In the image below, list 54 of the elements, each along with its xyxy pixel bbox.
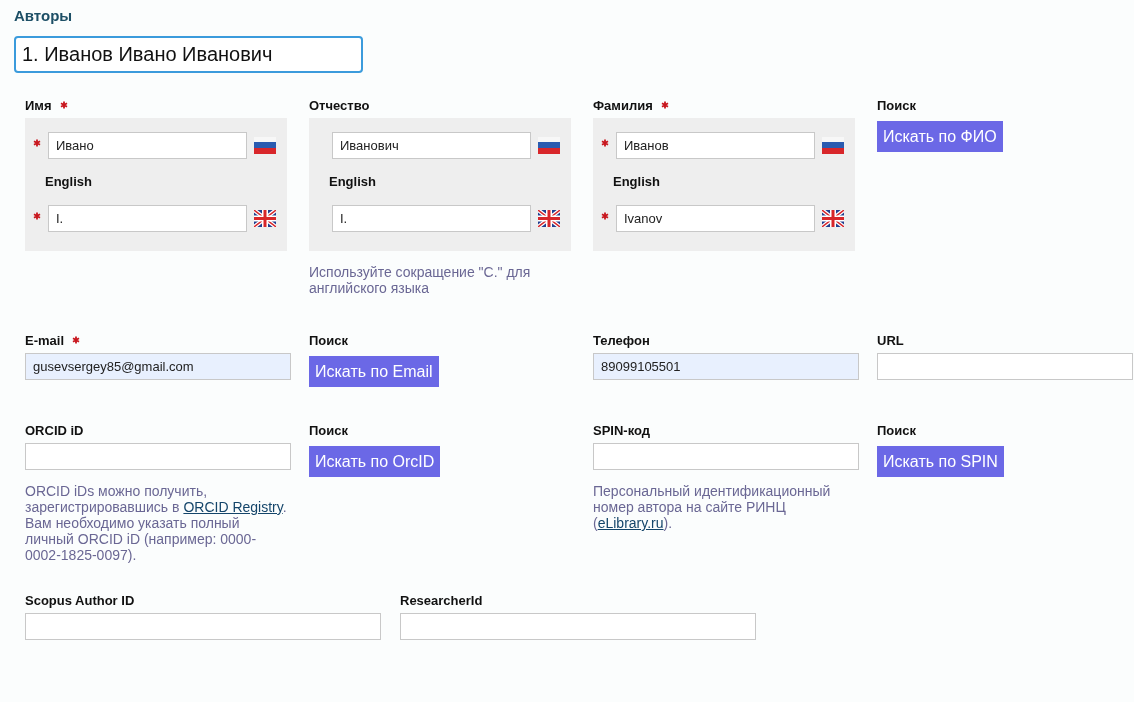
link[interactable]: eLibrary.ru (597, 515, 664, 531)
field-label: Поиск (877, 97, 916, 113)
russian-flag-icon (254, 137, 276, 154)
text-field[interactable]: I. (48, 205, 247, 232)
asterisk-icon (32, 212, 41, 220)
asterisk-icon (660, 101, 669, 109)
field-label: Телефон (593, 332, 650, 348)
asterisk-icon (59, 101, 68, 109)
text-field[interactable] (593, 443, 859, 470)
field-label: Поиск (877, 422, 916, 438)
section-title: Авторы (14, 6, 74, 26)
field-label: Поиск (309, 332, 348, 348)
language-label: English (44, 173, 93, 191)
asterisk-icon (600, 139, 609, 147)
russian-flag-icon (822, 137, 844, 154)
text-field[interactable]: I. (332, 205, 531, 232)
author-field[interactable]: 1. Иванов Ивано Иванович (14, 36, 363, 73)
text-field[interactable] (400, 613, 756, 640)
search-button[interactable]: Искать по Email (309, 356, 439, 387)
russian-flag-icon (538, 137, 560, 154)
search-button[interactable]: Искать по OrcID (309, 446, 441, 477)
uk-flag-icon (822, 210, 844, 227)
asterisk-icon (32, 139, 41, 147)
field-label: Scopus Author ID (25, 592, 135, 608)
link[interactable]: ORCID Registry (183, 499, 283, 515)
field-label: E-mail (25, 332, 64, 348)
text-field[interactable]: gusevsergey85@gmail.com (25, 353, 291, 380)
text-field[interactable]: Иванович (332, 132, 531, 159)
text-field[interactable]: Ивано (48, 132, 247, 159)
uk-flag-icon (254, 210, 276, 227)
text-field[interactable]: Ivanov (616, 205, 815, 232)
field-label: Поиск (309, 422, 348, 438)
asterisk-icon (72, 336, 80, 344)
field-label: Имя (25, 97, 52, 113)
text-field[interactable]: Иванов (616, 132, 815, 159)
uk-flag-icon (538, 210, 560, 227)
asterisk-icon (600, 212, 609, 220)
field-label: Фамилия (593, 97, 653, 113)
text-field[interactable] (25, 613, 381, 640)
search-button[interactable]: Искать по SPIN (877, 446, 1004, 477)
field-label: URL (877, 332, 904, 348)
text-field[interactable] (25, 443, 291, 470)
text-field[interactable]: 89099105501 (593, 353, 859, 380)
language-label: English (328, 173, 377, 191)
text-field[interactable] (877, 353, 1133, 380)
hint-text: Используйте сокращение "С." для английского языка (309, 264, 532, 296)
field-label: ORCID iD (25, 422, 84, 438)
hint-text: ORCID iDs можно получить, зарегистрировавшись в ORCID Registry. Вам необходимо указать полный личный ORCID iD (например: 0000-0002-1825-0097). (25, 483, 288, 563)
field-label: Отчество (309, 97, 370, 113)
hint-text: Персональный идентификационный номер автора на сайте РИНЦ (eLibrary.ru). (593, 483, 832, 531)
search-button[interactable]: Искать по ФИО (877, 121, 1003, 152)
language-label: English (612, 173, 661, 191)
field-label: SPIN-код (593, 422, 651, 438)
field-label: ResearcherId (400, 592, 483, 608)
